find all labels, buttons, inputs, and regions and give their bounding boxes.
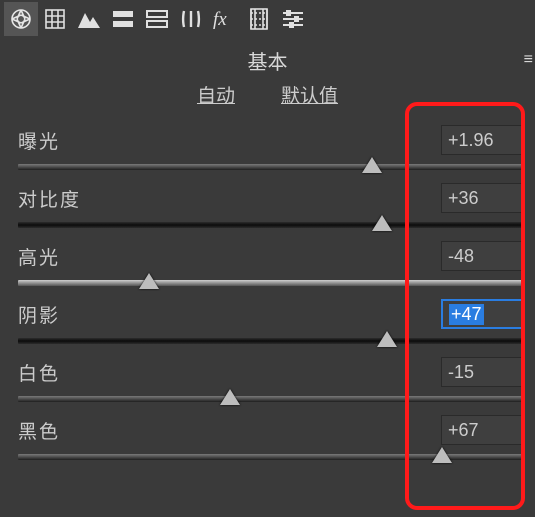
- panel-menu-icon[interactable]: ≡: [524, 51, 531, 69]
- slider-row: 对比度 +36: [18, 176, 523, 234]
- value-input[interactable]: +67: [441, 415, 523, 445]
- slider-bar: [18, 222, 523, 228]
- slider-thumb[interactable]: [372, 215, 392, 231]
- slider-row-top: 白色 -15: [18, 354, 523, 390]
- slider-track[interactable]: [18, 218, 523, 232]
- toolbar: fx: [0, 0, 535, 38]
- slider-row: 曝光 +1.96: [18, 118, 523, 176]
- panel-title: 基本 ≡: [0, 38, 535, 81]
- rows-solid-icon[interactable]: [106, 2, 140, 36]
- value-text: -48: [448, 246, 474, 267]
- slider-thumb[interactable]: [377, 331, 397, 347]
- slider-bar: [18, 280, 523, 286]
- value-text: -15: [448, 362, 474, 383]
- slider-label: 高光: [18, 243, 60, 270]
- slider-bar: [18, 396, 523, 402]
- value-input[interactable]: +1.96: [441, 125, 523, 155]
- auto-link[interactable]: 自动: [197, 81, 235, 108]
- slider-row-top: 阴影 +47: [18, 296, 523, 332]
- sliders-panel: 曝光 +1.96 对比度 +36 高光 -48 阴影 +47 白色 -15 黑色 +67: [0, 118, 535, 466]
- aperture-icon[interactable]: [4, 2, 38, 36]
- slider-track[interactable]: [18, 334, 523, 348]
- value-input[interactable]: -48: [441, 241, 523, 271]
- slider-label: 对比度: [18, 185, 81, 212]
- default-link[interactable]: 默认值: [281, 81, 338, 108]
- slider-row-top: 黑色 +67: [18, 412, 523, 448]
- fx-icon[interactable]: fx: [208, 2, 242, 36]
- slider-label: 白色: [18, 359, 60, 386]
- svg-text:fx: fx: [213, 9, 227, 30]
- slider-bar: [18, 164, 523, 170]
- slider-row-top: 曝光 +1.96: [18, 122, 523, 158]
- slider-track[interactable]: [18, 392, 523, 406]
- value-text: +67: [448, 420, 479, 441]
- slider-track[interactable]: [18, 276, 523, 290]
- slider-label: 阴影: [18, 301, 60, 328]
- value-input[interactable]: +36: [441, 183, 523, 213]
- slider-row: 黑色 +67: [18, 408, 523, 466]
- slider-thumb[interactable]: [220, 389, 240, 405]
- slider-bar: [18, 338, 523, 344]
- sliders-icon[interactable]: [276, 2, 310, 36]
- slider-label: 曝光: [18, 127, 60, 154]
- filmstrip-icon[interactable]: [242, 2, 276, 36]
- value-text: +1.96: [448, 130, 494, 151]
- columns-icon[interactable]: [174, 2, 208, 36]
- slider-track[interactable]: [18, 450, 523, 464]
- value-text: +47: [449, 304, 484, 325]
- panel-title-text: 基本: [248, 52, 288, 74]
- slider-row: 高光 -48: [18, 234, 523, 292]
- slider-row-top: 高光 -48: [18, 238, 523, 274]
- slider-row: 阴影 +47: [18, 292, 523, 350]
- slider-thumb[interactable]: [362, 157, 382, 173]
- slider-track[interactable]: [18, 160, 523, 174]
- slider-thumb[interactable]: [139, 273, 159, 289]
- rows-outline-icon[interactable]: [140, 2, 174, 36]
- slider-row-top: 对比度 +36: [18, 180, 523, 216]
- value-text: +36: [448, 188, 479, 209]
- mountain-icon[interactable]: [72, 2, 106, 36]
- value-input[interactable]: +47: [441, 299, 523, 329]
- slider-row: 白色 -15: [18, 350, 523, 408]
- grid-icon[interactable]: [38, 2, 72, 36]
- sub-links: 自动 默认值: [0, 81, 535, 118]
- slider-label: 黑色: [18, 417, 60, 444]
- slider-thumb[interactable]: [432, 447, 452, 463]
- value-input[interactable]: -15: [441, 357, 523, 387]
